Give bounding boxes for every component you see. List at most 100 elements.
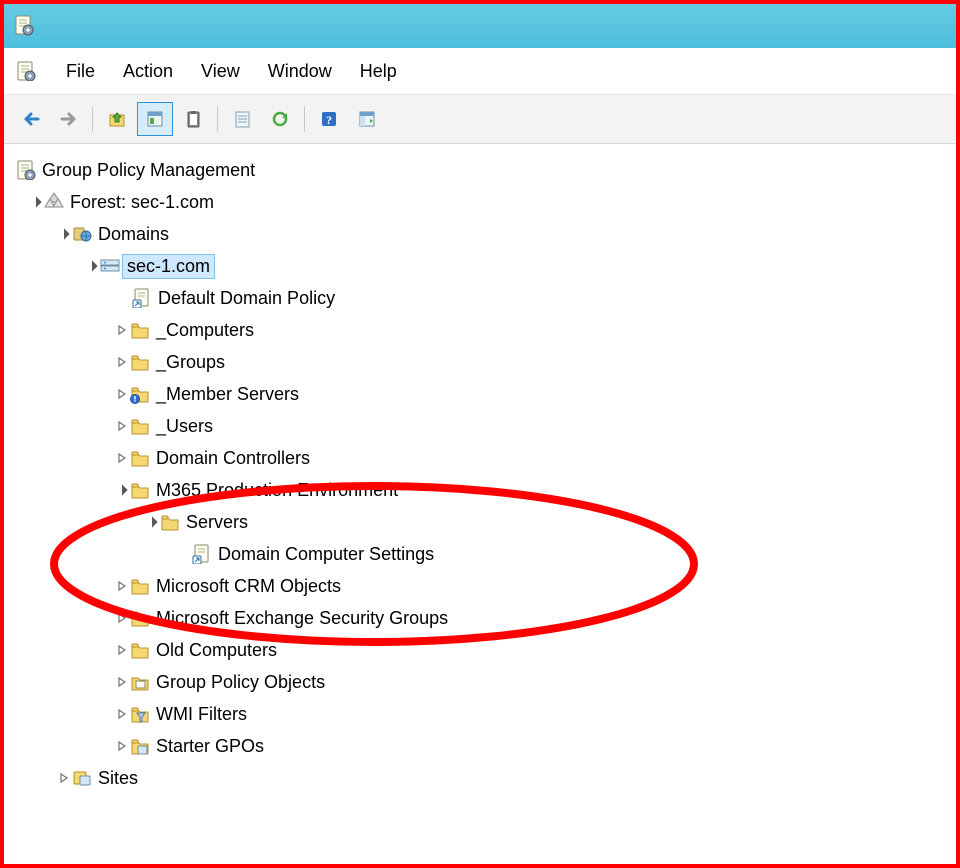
tree-starter-label: Starter GPOs (152, 735, 268, 758)
tree-domain-computer-settings[interactable]: Domain Computer Settings (10, 538, 950, 570)
help-icon (319, 109, 339, 129)
tree-domains[interactable]: Domains (10, 218, 950, 250)
clipboard-icon (183, 109, 203, 129)
gpo-link-icon (132, 288, 154, 308)
menubar: File Action View Window Help (4, 48, 956, 95)
expander-closed-icon[interactable] (114, 610, 130, 626)
tree-member-servers[interactable]: _Member Servers (10, 378, 950, 410)
tree-servers[interactable]: Servers (10, 506, 950, 538)
tree-forest-label: Forest: sec-1.com (66, 191, 218, 214)
tb-showpane[interactable] (349, 102, 385, 136)
expander-open-icon[interactable] (56, 226, 72, 242)
tree-domain-controllers-label: Domain Controllers (152, 447, 314, 470)
wmi-filters-icon (130, 704, 152, 724)
gpmc-icon (16, 160, 38, 180)
tree-domains-label: Domains (94, 223, 173, 246)
expander-closed-icon[interactable] (114, 418, 130, 434)
tree-domain-controllers[interactable]: Domain Controllers (10, 442, 950, 474)
tree-groups[interactable]: _Groups (10, 346, 950, 378)
toolbar (4, 95, 956, 144)
tree-domain[interactable]: sec-1.com (10, 250, 950, 282)
arrow-left-icon (20, 109, 40, 129)
tree-root[interactable]: Group Policy Management (10, 154, 950, 186)
tree-old-computers-label: Old Computers (152, 639, 281, 662)
tree-default-domain-policy[interactable]: Default Domain Policy (10, 282, 950, 314)
document-icon (232, 109, 252, 129)
tree-member-servers-label: _Member Servers (152, 383, 303, 406)
expander-closed-icon[interactable] (56, 770, 72, 786)
tb-forward[interactable] (50, 102, 86, 136)
expander-closed-icon[interactable] (114, 386, 130, 402)
tree-mscrm[interactable]: Microsoft CRM Objects (10, 570, 950, 602)
tb-properties[interactable] (137, 102, 173, 136)
folder-up-icon (107, 109, 127, 129)
expander-closed-icon[interactable] (114, 706, 130, 722)
menu-file[interactable]: File (66, 61, 95, 82)
ou-icon (130, 480, 152, 500)
tree-default-domain-policy-label: Default Domain Policy (154, 287, 339, 310)
ou-alert-icon (130, 384, 152, 404)
ou-icon (130, 352, 152, 372)
tree-m365[interactable]: M365 Production Environment (10, 474, 950, 506)
tb-help[interactable] (311, 102, 347, 136)
gpo-link-icon (192, 544, 214, 564)
expander-open-icon[interactable] (144, 514, 160, 530)
tree-domain-label: sec-1.com (122, 254, 215, 279)
expander-open-icon[interactable] (28, 194, 44, 210)
menu-window[interactable]: Window (268, 61, 332, 82)
tree-old-computers[interactable]: Old Computers (10, 634, 950, 666)
ou-icon (130, 448, 152, 468)
tb-sep (304, 106, 305, 132)
expander-closed-icon[interactable] (114, 578, 130, 594)
ou-icon (130, 608, 152, 628)
tree-wmi[interactable]: WMI Filters (10, 698, 950, 730)
expander-closed-icon[interactable] (114, 354, 130, 370)
nav-tree[interactable]: Group Policy Management Forest: sec-1.co… (4, 144, 956, 794)
expander-closed-icon[interactable] (114, 738, 130, 754)
tree-gpo[interactable]: Group Policy Objects (10, 666, 950, 698)
tb-document[interactable] (224, 102, 260, 136)
tb-back[interactable] (12, 102, 48, 136)
app-icon (14, 15, 38, 37)
tb-clipboard[interactable] (175, 102, 211, 136)
tree-sites[interactable]: Sites (10, 762, 950, 794)
expander-open-icon[interactable] (114, 482, 130, 498)
forest-icon (44, 192, 66, 212)
expander-open-icon[interactable] (84, 258, 100, 274)
tree-computers-label: _Computers (152, 319, 258, 342)
arrow-right-icon (58, 109, 78, 129)
expander-closed-icon[interactable] (114, 642, 130, 658)
ou-icon (130, 320, 152, 340)
tree-m365-label: M365 Production Environment (152, 479, 402, 502)
gpmc-icon (16, 61, 38, 81)
menu-help[interactable]: Help (360, 61, 397, 82)
tb-up[interactable] (99, 102, 135, 136)
starter-gpos-icon (130, 736, 152, 756)
tree-sites-label: Sites (94, 767, 142, 790)
menu-view[interactable]: View (201, 61, 240, 82)
tb-refresh[interactable] (262, 102, 298, 136)
expander-closed-icon[interactable] (114, 322, 130, 338)
properties-icon (145, 109, 165, 129)
ou-icon (130, 416, 152, 436)
expander-closed-icon[interactable] (114, 674, 130, 690)
menu-action[interactable]: Action (123, 61, 173, 82)
expander-closed-icon[interactable] (114, 450, 130, 466)
domain-icon (100, 256, 122, 276)
domains-icon (72, 224, 94, 244)
ou-icon (130, 576, 152, 596)
gpo-folder-icon (130, 672, 152, 692)
tree-root-label: Group Policy Management (38, 159, 259, 182)
tree-groups-label: _Groups (152, 351, 229, 374)
tree-forest[interactable]: Forest: sec-1.com (10, 186, 950, 218)
tree-users[interactable]: _Users (10, 410, 950, 442)
tb-sep (92, 106, 93, 132)
tree-exchange-groups[interactable]: Microsoft Exchange Security Groups (10, 602, 950, 634)
tree-gpo-label: Group Policy Objects (152, 671, 329, 694)
tree-computers[interactable]: _Computers (10, 314, 950, 346)
tree-starter-gpos[interactable]: Starter GPOs (10, 730, 950, 762)
menu-app-icon[interactable] (16, 61, 38, 81)
tb-sep (217, 106, 218, 132)
titlebar (4, 4, 956, 48)
tree-users-label: _Users (152, 415, 217, 438)
